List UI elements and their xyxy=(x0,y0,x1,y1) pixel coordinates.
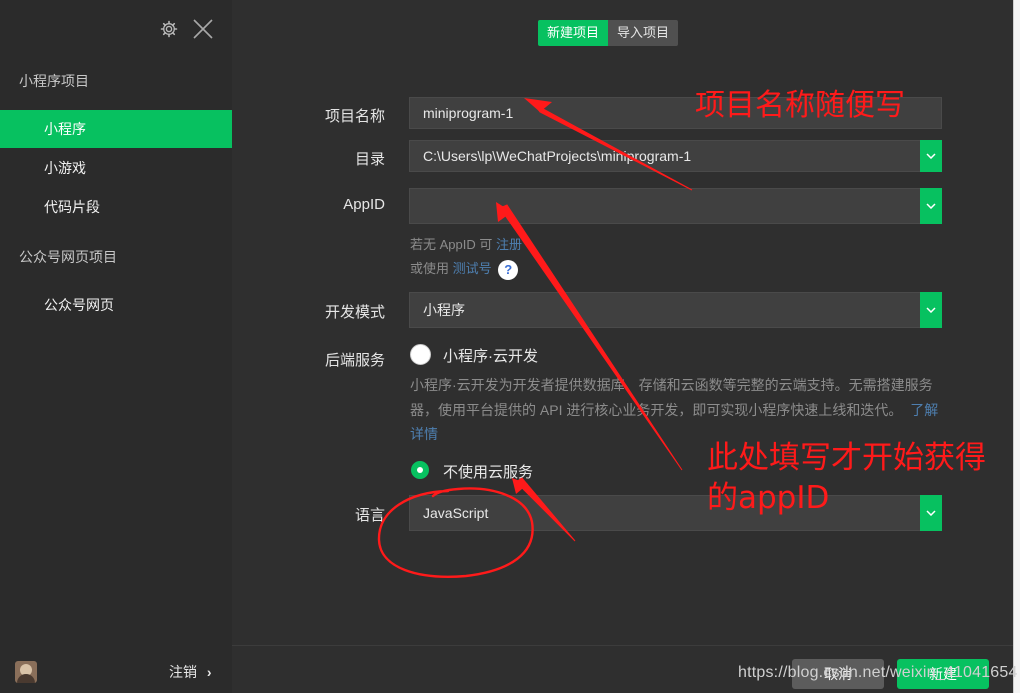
sidebar-item-minigame[interactable]: 小游戏 xyxy=(0,149,232,187)
language-value: JavaScript xyxy=(423,505,489,521)
test-account-hint: 或使用 测试号 ? xyxy=(410,258,519,280)
radio-cloud-dev-label[interactable]: 小程序·云开发 xyxy=(443,345,538,366)
test-account-hint-text: 或使用 xyxy=(410,261,450,276)
avatar[interactable] xyxy=(15,661,37,683)
directory-value: C:\Users\lp\WeChatProjects\miniprogram-1 xyxy=(423,148,692,164)
project-tabs: 新建项目 导入项目 xyxy=(538,20,679,46)
cloud-description-text: 小程序·云开发为开发者提供数据库、存储和云函数等完整的云端支持。无需搭建服务器，… xyxy=(410,377,933,418)
gear-icon[interactable] xyxy=(160,20,178,38)
directory-select[interactable]: C:\Users\lp\WeChatProjects\miniprogram-1 xyxy=(409,140,942,172)
sidebar-item-official-web[interactable]: 公众号网页 xyxy=(0,286,232,324)
close-icon[interactable] xyxy=(192,18,214,40)
background-window-edge xyxy=(1013,0,1020,693)
tab-import-project[interactable]: 导入项目 xyxy=(608,20,679,46)
appid-hint-text: 若无 AppID 可 xyxy=(410,237,493,252)
annotation-note-appid-line1: 此处填写才开始获得 xyxy=(707,440,986,476)
logout-button[interactable]: 注销 › xyxy=(169,662,212,682)
watermark-text: https://blog.csdn.net/weixin_41041654 xyxy=(738,664,1018,681)
appid-hint: 若无 AppID 可 注册 xyxy=(410,234,522,253)
dev-mode-label: 开发模式 xyxy=(324,304,385,321)
chevron-down-icon[interactable] xyxy=(920,495,942,531)
sidebar: 小程序项目 小程序 小游戏 代码片段 公众号网页项目 公众号网页 注销 › xyxy=(0,0,232,693)
radio-cloud-dev[interactable] xyxy=(410,344,431,365)
section-title-official-account: 公众号网页项目 xyxy=(19,249,117,265)
tab-new-project[interactable]: 新建项目 xyxy=(538,20,609,46)
annotation-note-project-name: 项目名称随便写 xyxy=(695,88,905,123)
sidebar-item-code-snippet[interactable]: 代码片段 xyxy=(0,188,232,226)
backend-label: 后端服务 xyxy=(324,352,385,369)
chevron-down-icon[interactable] xyxy=(920,188,942,224)
help-icon[interactable]: ? xyxy=(498,259,519,280)
appid-label: AppID xyxy=(343,196,385,213)
appid-input[interactable] xyxy=(409,188,942,224)
annotation-note-appid-line2: 的appID xyxy=(707,480,830,516)
section-title-miniprogram: 小程序项目 xyxy=(19,73,89,89)
dev-mode-value: 小程序 xyxy=(423,302,465,318)
chevron-down-icon[interactable] xyxy=(920,292,942,328)
test-account-link[interactable]: 测试号 xyxy=(453,261,492,276)
radio-no-cloud[interactable] xyxy=(411,461,429,479)
language-label: 语言 xyxy=(354,507,385,524)
sidebar-item-miniprogram[interactable]: 小程序 xyxy=(0,110,232,148)
project-name-label: 项目名称 xyxy=(324,108,385,125)
directory-label: 目录 xyxy=(354,151,385,168)
language-select[interactable]: JavaScript xyxy=(409,495,942,531)
logout-label: 注销 xyxy=(169,664,197,680)
chevron-right-icon: › xyxy=(206,664,212,680)
dev-mode-select[interactable]: 小程序 xyxy=(409,292,942,328)
chevron-down-icon[interactable] xyxy=(920,140,942,172)
register-link[interactable]: 注册 xyxy=(496,237,522,252)
radio-no-cloud-label[interactable]: 不使用云服务 xyxy=(443,461,533,482)
